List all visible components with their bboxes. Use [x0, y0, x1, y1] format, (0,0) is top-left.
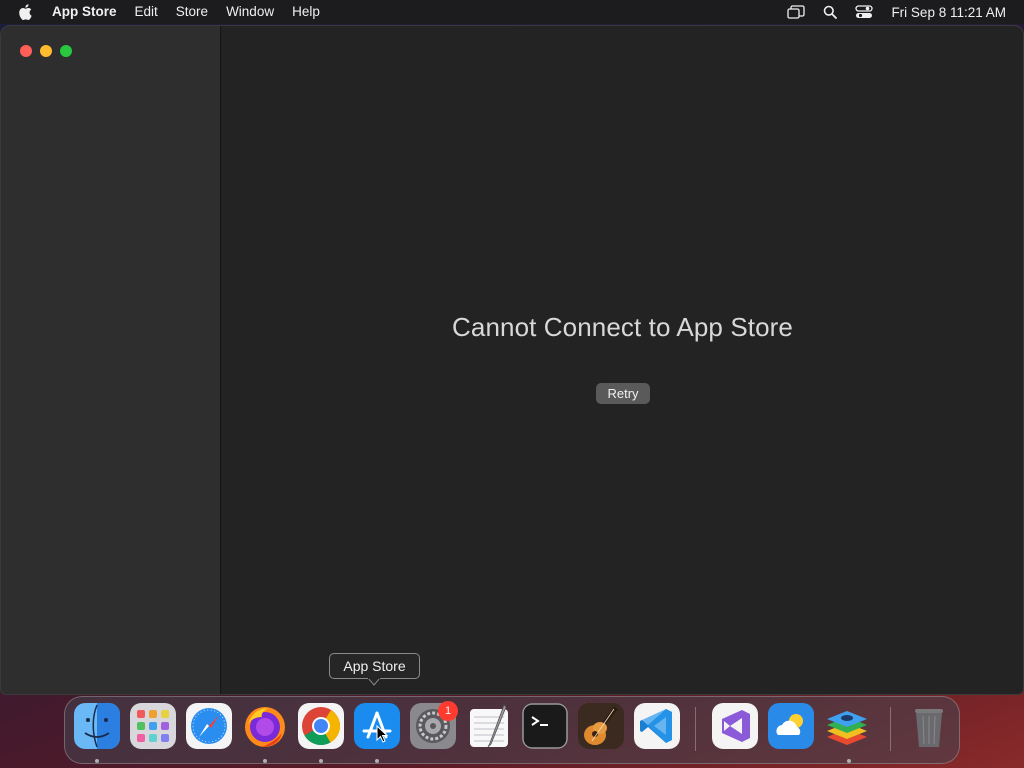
vscode-icon[interactable] — [634, 703, 680, 749]
main-content: Cannot Connect to App Store Retry — [222, 26, 1023, 694]
finder-icon[interactable] — [74, 703, 120, 749]
app-store-window: Cannot Connect to App Store Retry — [0, 25, 1024, 695]
menu-app-name[interactable]: App Store — [52, 0, 126, 24]
bluestacks-icon[interactable] — [824, 703, 870, 749]
notification-badge: 1 — [438, 701, 458, 721]
trash-icon[interactable] — [906, 703, 952, 749]
retry-button[interactable]: Retry — [596, 383, 650, 404]
running-indicator — [847, 759, 851, 763]
menu-edit[interactable]: Edit — [126, 0, 167, 24]
chrome-icon[interactable] — [298, 703, 344, 749]
dock-tooltip: App Store — [329, 653, 420, 679]
control-center-icon[interactable] — [853, 4, 875, 20]
apple-logo-icon[interactable] — [18, 4, 38, 20]
launchpad-icon[interactable] — [130, 703, 176, 749]
mouse-cursor-icon — [376, 725, 388, 743]
dock-separator — [695, 707, 696, 751]
weather-icon[interactable] — [768, 703, 814, 749]
connection-error-title: Cannot Connect to App Store — [452, 312, 793, 342]
menu-bar: App Store Edit Store Window Help Fri Sep… — [0, 0, 1024, 24]
sidebar — [1, 26, 221, 694]
minimize-window-button[interactable] — [40, 45, 52, 57]
firefox-icon[interactable] — [242, 703, 288, 749]
tooltip-arrow-icon — [368, 678, 380, 686]
running-indicator — [319, 759, 323, 763]
garageband-icon[interactable] — [578, 703, 624, 749]
menu-window[interactable]: Window — [217, 0, 283, 24]
menu-help[interactable]: Help — [283, 0, 329, 24]
dock-separator — [890, 707, 891, 751]
textedit-icon[interactable] — [466, 703, 512, 749]
close-window-button[interactable] — [20, 45, 32, 57]
running-indicator — [263, 759, 267, 763]
screen-mirroring-icon[interactable] — [785, 4, 807, 20]
terminal-icon[interactable] — [522, 703, 568, 749]
running-indicator — [375, 759, 379, 763]
dock — [64, 696, 960, 764]
running-indicator — [95, 759, 99, 763]
zoom-window-button[interactable] — [60, 45, 72, 57]
window-controls — [20, 45, 72, 57]
menu-store[interactable]: Store — [167, 0, 217, 24]
spotlight-search-icon[interactable] — [819, 4, 841, 20]
visual-studio-icon[interactable] — [712, 703, 758, 749]
menu-bar-clock[interactable]: Fri Sep 8 11:21 AM — [881, 5, 1024, 20]
safari-icon[interactable] — [186, 703, 232, 749]
